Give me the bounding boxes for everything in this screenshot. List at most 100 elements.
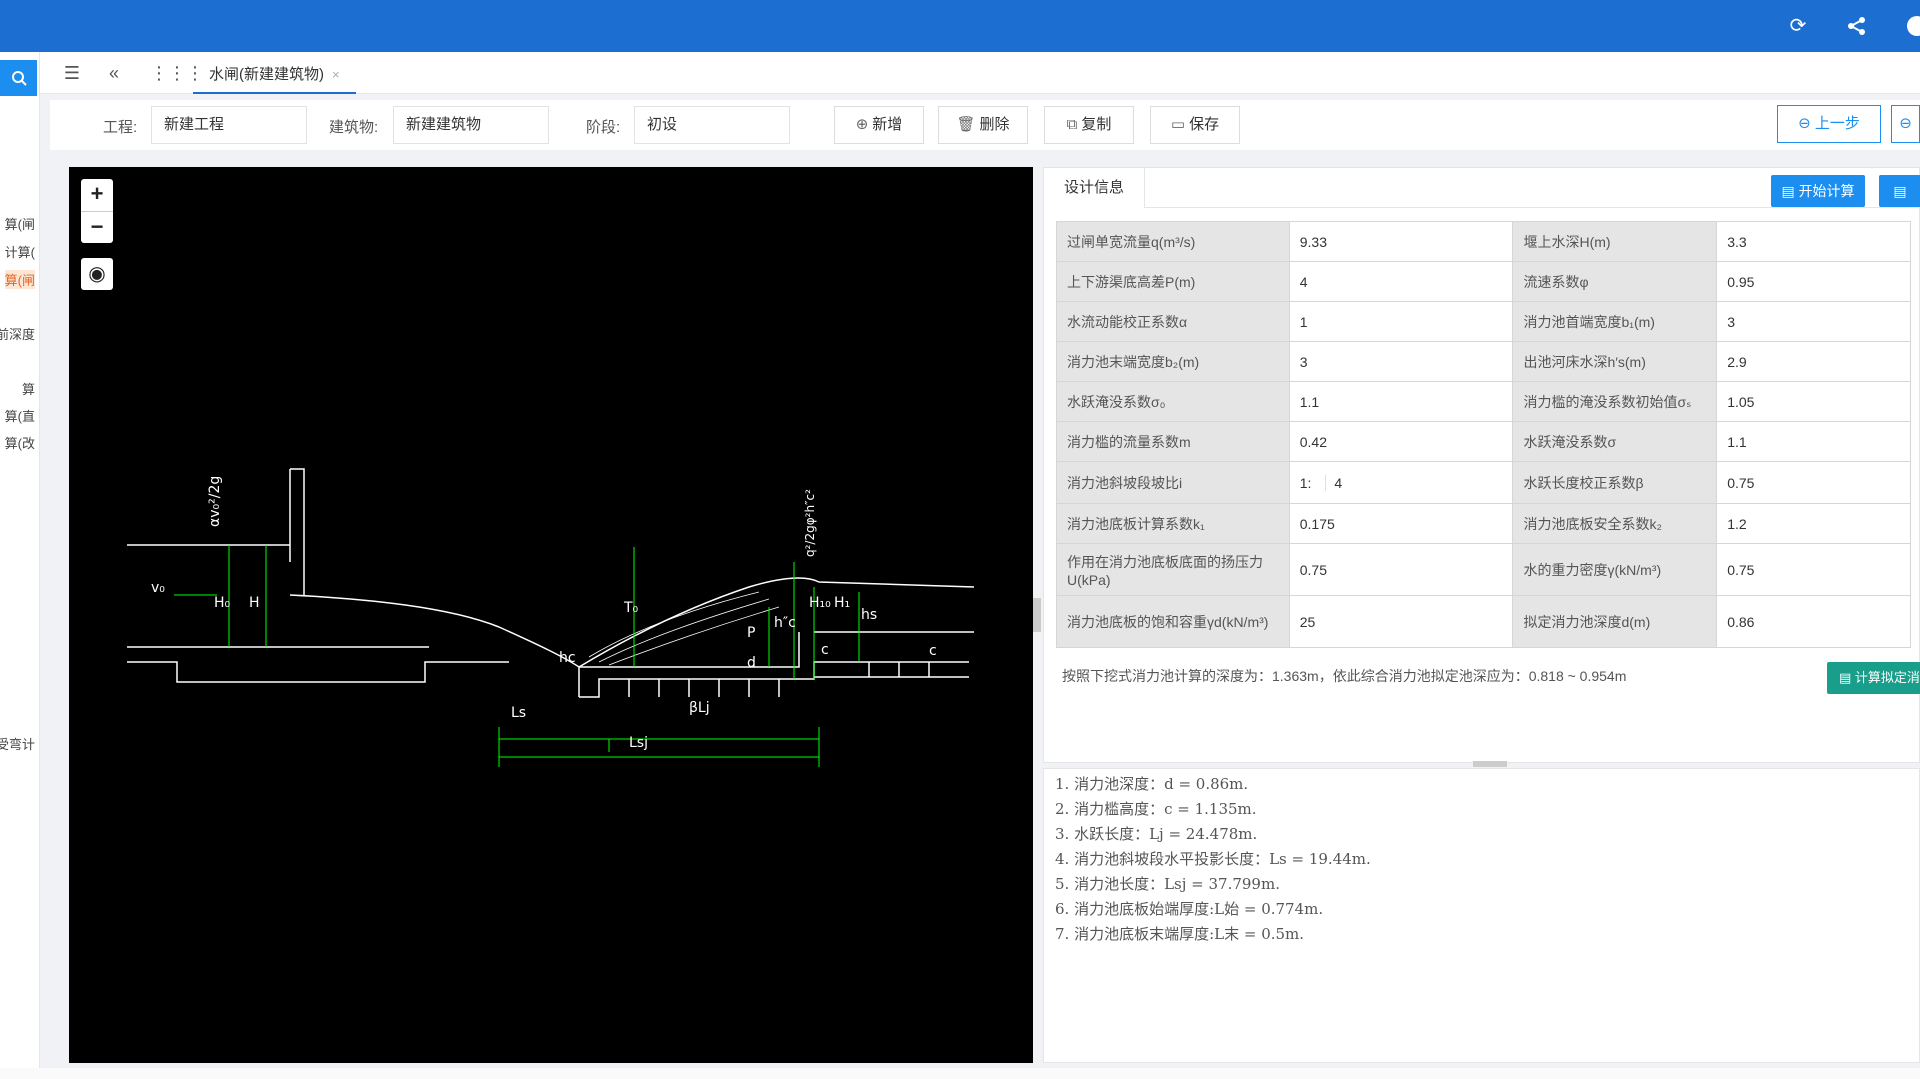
param-label: 作用在消力池底板底面的扬压力U(kPa) <box>1056 543 1290 596</box>
zoom-out-button[interactable]: − <box>81 211 113 243</box>
param-row: 水流动能校正系数α 1 消力池首端宽度b₁(m) 3 <box>1056 301 1911 342</box>
param-label: 过闸单宽流量q(m³/s) <box>1056 221 1290 262</box>
zoom-control: + − <box>81 179 113 243</box>
sidebar-item-1[interactable]: 算(闸 <box>5 214 35 233</box>
save-label: 保存 <box>1189 116 1220 133</box>
param-row: 消力池斜坡段坡比i 1: 4 水跃长度校正系数β 0.75 <box>1056 461 1911 504</box>
label-alpha-v0: αv₀²/2g <box>207 476 223 527</box>
param-value-input[interactable]: 1.2 <box>1716 503 1911 544</box>
project-input[interactable]: 新建工程 <box>151 106 307 144</box>
stilling-basin-diagram: αv₀²/2g v₀ H₀ H T₀ hc P h″c d c H₁₀ H₁ h… <box>127 468 975 767</box>
calc-depth-button[interactable]: ▤ 计算拟定消 <box>1827 662 1920 694</box>
calc-depth-label: 计算拟定消 <box>1854 670 1920 685</box>
result-line: 2. 消力槛高度：c = 1.135m. <box>1055 800 1257 818</box>
grid-icon[interactable]: ⋮⋮⋮ <box>150 60 204 86</box>
collapse-icon[interactable]: « <box>101 60 127 86</box>
param-value-input[interactable]: 3.3 <box>1716 221 1911 262</box>
start-calc-label: 开始计算 <box>1798 183 1855 199</box>
save-button[interactable]: ▭ 保存 <box>1150 106 1240 144</box>
tab-bar: ☰ « ⋮⋮⋮ 水闸(新建建筑物) × <box>40 52 1920 94</box>
label-H1: H₁ <box>834 595 850 611</box>
refresh-icon[interactable]: ⟳ <box>1786 14 1810 38</box>
result-line: 4. 消力池斜坡段水平投影长度：Ls = 19.44m. <box>1055 850 1371 868</box>
param-label: 流速系数φ <box>1512 261 1718 302</box>
param-value-input[interactable]: 2.9 <box>1716 341 1911 382</box>
search-icon[interactable] <box>0 60 37 96</box>
sidebar-item-6[interactable]: 算(直 <box>5 406 35 425</box>
globe-icon[interactable]: ◉ <box>81 258 113 290</box>
sidebar-item-4[interactable]: 前深度 <box>0 324 35 343</box>
vertical-splitter[interactable] <box>1033 598 1041 632</box>
param-label: 消力池斜坡段坡比i <box>1056 461 1290 504</box>
sidebar-item-8[interactable]: 受弯计 <box>0 734 35 753</box>
param-value-input[interactable]: 3 <box>1716 301 1911 342</box>
zoom-in-button[interactable]: + <box>81 179 113 211</box>
param-value-input[interactable]: 0.75 <box>1288 543 1514 596</box>
slope-ratio-input[interactable]: 4 <box>1325 474 1343 491</box>
share-icon[interactable] <box>1845 14 1869 38</box>
start-calc-button[interactable]: ▤ 开始计算 <box>1771 175 1865 207</box>
arrow-left-circle-icon: ⊖ <box>1798 115 1815 132</box>
param-value-input[interactable]: 0.86 <box>1716 595 1911 648</box>
label-H: H <box>249 595 260 611</box>
param-value-input[interactable]: 0.75 <box>1716 543 1911 596</box>
param-value-input[interactable]: 0.175 <box>1288 503 1514 544</box>
param-value-input[interactable]: 1.1 <box>1716 421 1911 462</box>
param-label: 消力槛的淹没系数初始值σₛ <box>1512 381 1718 422</box>
menu-icon[interactable]: ☰ <box>59 60 85 86</box>
horizontal-splitter[interactable] <box>1473 761 1507 767</box>
stage-input[interactable]: 初设 <box>634 106 790 144</box>
param-value-input[interactable]: 0.95 <box>1716 261 1911 302</box>
tab-label: 水闸(新建建筑物) <box>209 66 324 83</box>
label-c: c <box>821 642 829 658</box>
delete-button[interactable]: 🗑 删除 <box>938 106 1028 144</box>
param-value-input[interactable]: 3 <box>1288 341 1514 382</box>
params-table: 过闸单宽流量q(m³/s) 9.33 堰上水深H(m) 3.3 上下游渠底高差P(m) 4… <box>1056 221 1911 648</box>
label-v0: v₀ <box>151 580 165 596</box>
label-T0: T₀ <box>623 600 639 616</box>
param-value-input[interactable]: 25 <box>1288 595 1514 648</box>
building-label: 建筑物: <box>329 119 379 136</box>
label-c2: c <box>929 643 937 659</box>
copy-button[interactable]: ⧉ 复制 <box>1044 106 1134 144</box>
result-line: 1. 消力池深度：d = 0.86m. <box>1055 775 1249 793</box>
sidebar-item-5[interactable]: 算 <box>22 379 35 398</box>
param-value-input[interactable]: 9.33 <box>1288 221 1514 262</box>
param-value-input[interactable]: 0.75 <box>1716 461 1911 504</box>
help-icon[interactable] <box>1905 14 1920 38</box>
export-button[interactable]: ▤ <box>1879 175 1920 207</box>
label-hc2: h″c <box>774 615 796 631</box>
param-value-input[interactable]: 1: 4 <box>1288 461 1514 504</box>
drawing-canvas[interactable]: αv₀²/2g v₀ H₀ H T₀ hc P h″c d c H₁₀ H₁ h… <box>69 167 1033 1063</box>
param-value-input[interactable]: 0.42 <box>1288 421 1514 462</box>
param-row: 消力池底板计算系数k₁ 0.175 消力池底板安全系数k₂ 1.2 <box>1056 503 1911 544</box>
prev-step-button[interactable]: ⊖ 上一步 <box>1777 105 1881 143</box>
results-panel: 1. 消力池深度：d = 0.86m. 2. 消力槛高度：c = 1.135m.… <box>1043 768 1920 1063</box>
param-row: 上下游渠底高差P(m) 4 流速系数φ 0.95 <box>1056 261 1911 302</box>
sidebar: 算(闸 计算( 算(闸 前深度 算 算(直 算(改 受弯计 <box>0 52 40 1079</box>
param-value-input[interactable]: 1 <box>1288 301 1514 342</box>
next-step-button[interactable]: ⊖ <box>1891 105 1920 143</box>
label-hc: hc <box>559 650 576 666</box>
trash-icon: 🗑 <box>956 116 976 133</box>
param-label: 堰上水深H(m) <box>1512 221 1718 262</box>
tab-sluice[interactable]: 水闸(新建建筑物) × <box>193 56 356 94</box>
param-value-input[interactable]: 1.1 <box>1288 381 1514 422</box>
arrow-right-circle-icon: ⊖ <box>1899 115 1912 132</box>
param-value-input[interactable]: 4 <box>1288 261 1514 302</box>
sidebar-item-7[interactable]: 算(改 <box>5 433 35 452</box>
label-H0: H₀ <box>214 595 231 611</box>
param-value-input[interactable]: 1.05 <box>1716 381 1911 422</box>
param-row: 作用在消力池底板底面的扬压力U(kPa) 0.75 水的重力密度γ(kN/m³) 0.… <box>1056 543 1911 596</box>
close-icon[interactable]: × <box>332 67 340 82</box>
tab-design-info[interactable]: 设计信息 <box>1044 168 1146 208</box>
document-icon: ▤ <box>1893 183 1907 199</box>
param-label: 水跃长度校正系数β <box>1512 461 1718 504</box>
add-button[interactable]: ⊕ 新增 <box>834 106 924 144</box>
building-input[interactable]: 新建建筑物 <box>393 106 549 144</box>
label-q2: q²/2gφ²h″c² <box>803 489 817 557</box>
param-label: 水的重力密度γ(kN/m³) <box>1512 543 1718 596</box>
param-label: 消力池底板计算系数k₁ <box>1056 503 1290 544</box>
sidebar-item-2[interactable]: 计算( <box>5 242 35 261</box>
sidebar-item-3[interactable]: 算(闸 <box>4 270 35 289</box>
